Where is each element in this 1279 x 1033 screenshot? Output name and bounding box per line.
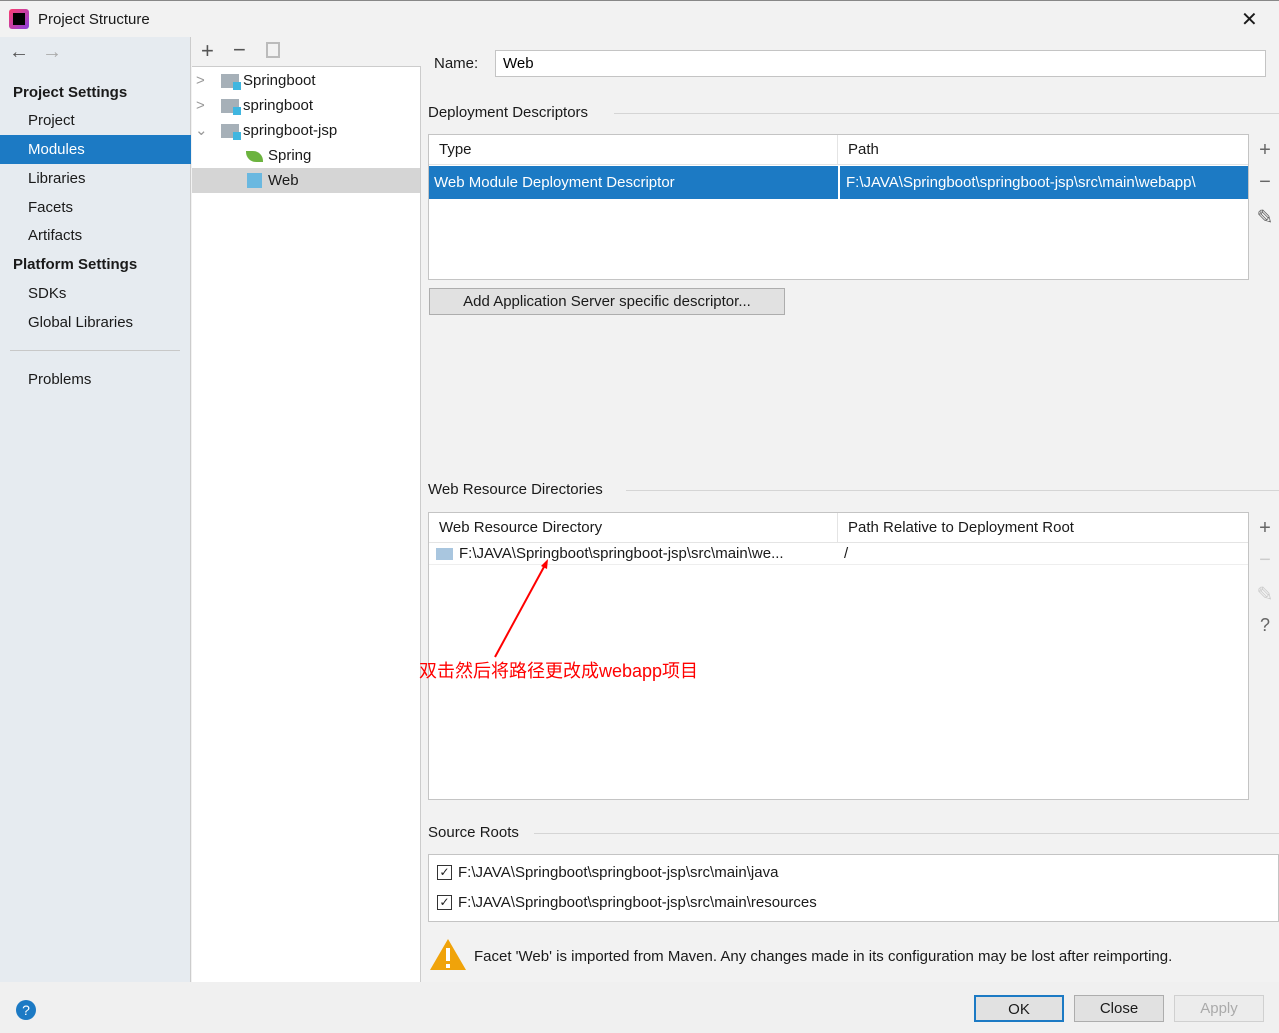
source-root-label: F:\JAVA\Springboot\springboot-jsp\src\ma… <box>458 894 817 911</box>
source-roots-title: Source Roots <box>428 824 519 841</box>
annotation-text: 双击然后将路径更改成webapp项目 <box>419 661 699 681</box>
maven-warning-text: Facet 'Web' is imported from Maven. Any … <box>474 948 1173 965</box>
ok-button[interactable]: OK <box>974 995 1064 1022</box>
source-root-checkbox[interactable]: ✓ <box>437 865 452 880</box>
close-button[interactable]: Close <box>1074 995 1164 1022</box>
warning-icon <box>430 939 466 970</box>
source-root-checkbox[interactable]: ✓ <box>437 895 452 910</box>
source-root-label: F:\JAVA\Springboot\springboot-jsp\src\ma… <box>458 864 779 881</box>
apply-button[interactable]: Apply <box>1174 995 1264 1022</box>
help-icon[interactable]: ? <box>16 1000 36 1020</box>
